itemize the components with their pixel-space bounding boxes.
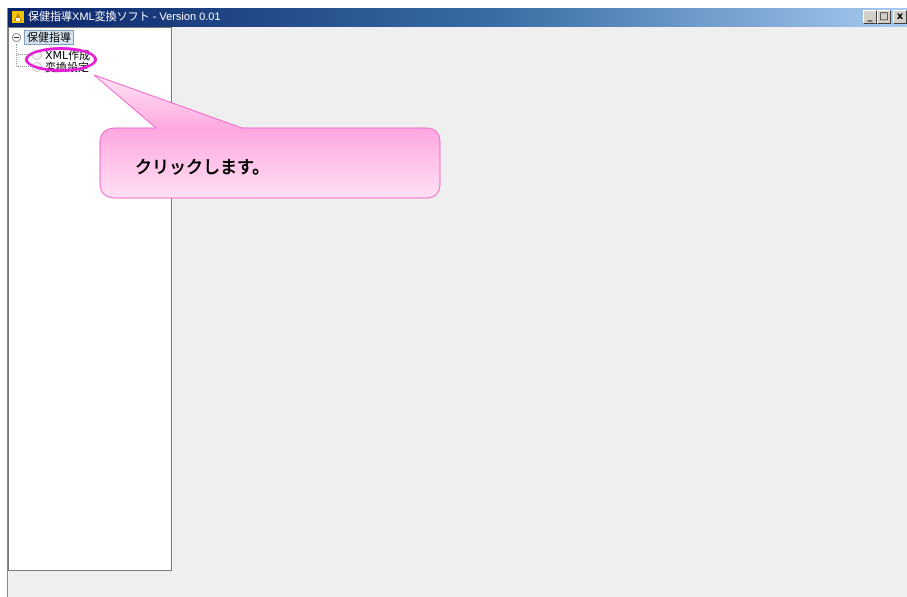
leaf-node-icon (32, 62, 42, 72)
tree-item-conversion-settings[interactable]: 変換設定 (32, 60, 89, 74)
maximize-button[interactable]: □ (877, 10, 891, 24)
app-icon (12, 11, 24, 23)
app-window: 保健指導XML変換ソフト - Version 0.01 _ □ x 保健指導 X… (7, 8, 907, 597)
title-bar[interactable]: 保健指導XML変換ソフト - Version 0.01 _ □ x (8, 8, 907, 27)
tree-root-node[interactable]: 保健指導 (12, 29, 74, 45)
window-title: 保健指導XML変換ソフト - Version 0.01 (28, 11, 221, 23)
tree-item-label: 変換設定 (45, 61, 89, 74)
minimize-button[interactable]: _ (863, 10, 877, 24)
tree-connector-line (17, 54, 31, 55)
close-button[interactable]: x (893, 10, 907, 24)
tree-connector-line (17, 66, 31, 67)
callout-text: クリックします。 (135, 158, 270, 178)
navigation-tree[interactable]: 保健指導 XML作成 変換設定 (8, 27, 172, 571)
tree-root-label[interactable]: 保健指導 (24, 29, 74, 45)
tree-connector-line (16, 44, 17, 66)
collapse-toggle-icon[interactable] (12, 32, 21, 42)
leaf-node-icon (32, 50, 42, 60)
